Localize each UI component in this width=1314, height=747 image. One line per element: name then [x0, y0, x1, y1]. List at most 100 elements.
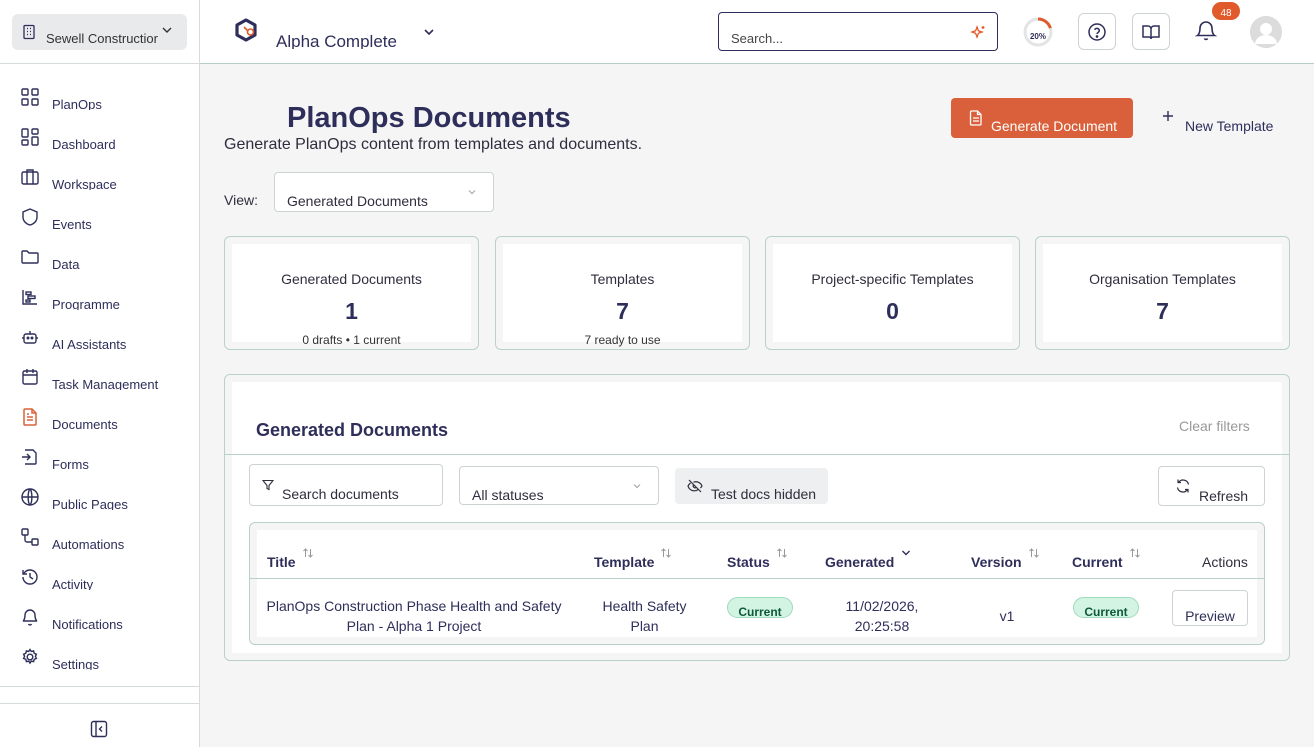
stat-card-templates: Templates 7 7 ready to use	[495, 236, 750, 350]
cell-template: Health Safety Plan	[602, 598, 687, 634]
stat-value: 7	[1156, 298, 1169, 324]
search-input[interactable]	[731, 31, 951, 47]
column-header-version[interactable]: Version	[971, 548, 1040, 570]
sidebar-item-events[interactable]: Events	[0, 202, 200, 242]
column-header-generated[interactable]: Generated	[825, 550, 912, 570]
progress-ring[interactable]: 20%	[1022, 16, 1054, 48]
sort-icon	[1028, 547, 1040, 559]
sparkle-icon[interactable]	[969, 24, 987, 42]
document-search[interactable]	[249, 464, 443, 506]
sidebar-item-automations[interactable]: Automations	[0, 522, 200, 562]
sort-desc-icon	[900, 547, 912, 559]
column-header-title[interactable]: Title	[267, 548, 314, 570]
refresh-icon	[1175, 478, 1191, 494]
bell-icon	[20, 607, 40, 627]
status-filter-select[interactable]: All statuses	[459, 466, 659, 505]
help-button[interactable]	[1078, 13, 1116, 50]
page-subtitle: Generate PlanOps content from templates …	[224, 136, 643, 153]
view-label: View:	[224, 192, 258, 208]
sidebar-item-label: Dashboard	[52, 138, 116, 150]
sidebar-item-notifications[interactable]: Notifications	[0, 602, 200, 642]
document-icon	[20, 407, 40, 427]
sidebar-item-ai-assistants[interactable]: AI Assistants	[0, 322, 200, 362]
column-header-current[interactable]: Current	[1072, 548, 1141, 570]
generate-document-button[interactable]: Generate Document	[951, 98, 1133, 138]
preview-label: Preview	[1185, 608, 1235, 624]
sidebar-item-label: Notifications	[52, 618, 123, 630]
cell-generated: 11/02/2026, 20:25:58	[845, 598, 919, 634]
chevron-down-icon[interactable]	[422, 25, 436, 39]
document-icon	[969, 110, 983, 126]
filter-icon	[262, 479, 274, 491]
divider	[225, 454, 1289, 455]
sidebar-item-label: Events	[52, 218, 92, 230]
sidebar-item-label: Documents	[52, 418, 118, 430]
workflow-icon	[20, 527, 40, 547]
cell-version: v1	[999, 608, 1015, 624]
chevron-down-icon	[467, 187, 477, 197]
view-select[interactable]: Generated Documents	[274, 172, 494, 212]
project-name[interactable]: Alpha Complete	[276, 32, 397, 49]
current-badge: Current	[1073, 597, 1139, 618]
refresh-button[interactable]: Refresh	[1158, 466, 1265, 506]
status-badge: Current	[727, 597, 793, 618]
sidebar-item-activity[interactable]: Activity	[0, 562, 200, 602]
test-docs-toggle[interactable]: Test docs hidden	[675, 468, 828, 504]
stat-title: Project-specific Templates	[811, 271, 974, 287]
clear-filters-button[interactable]: Clear filters	[1179, 418, 1250, 434]
sidebar-item-programme[interactable]: Programme	[0, 282, 200, 322]
gear-icon	[20, 647, 40, 667]
sidebar-item-label: PlanOps	[52, 98, 102, 110]
sidebar-item-workspace[interactable]: Workspace	[0, 162, 200, 202]
sidebar-divider	[0, 703, 200, 704]
docs-button[interactable]	[1132, 13, 1170, 50]
notification-bell-icon[interactable]	[1194, 18, 1218, 42]
sidebar-item-public-pages[interactable]: Public Pages	[0, 482, 200, 522]
sidebar-item-label: Programme	[52, 298, 120, 310]
sort-icon	[1129, 547, 1141, 559]
sidebar-item-label: Task Management	[52, 378, 159, 390]
divider	[250, 578, 1264, 579]
stat-card-project-templates: Project-specific Templates 0	[765, 236, 1020, 350]
sidebar-item-task-management[interactable]: Task Management	[0, 362, 200, 402]
sidebar-item-label: Public Pages	[52, 498, 128, 510]
project-logo-icon	[233, 18, 259, 44]
org-name: Sewell Construction	[46, 30, 158, 46]
grid-icon	[20, 87, 40, 107]
sidebar-item-dashboard[interactable]: Dashboard	[0, 122, 200, 162]
status-filter-value: All statuses	[472, 487, 544, 503]
sidebar-item-settings[interactable]: Settings	[0, 642, 200, 682]
folder-icon	[20, 247, 40, 267]
sidebar-collapse-icon[interactable]	[90, 720, 108, 738]
sidebar-item-planops[interactable]: PlanOps	[0, 82, 200, 122]
sidebar-item-forms[interactable]: Forms	[0, 442, 200, 482]
search-documents-input[interactable]	[282, 485, 432, 502]
column-header-template[interactable]: Template	[594, 548, 672, 570]
dashboard-icon	[20, 127, 40, 147]
briefcase-icon	[20, 167, 40, 187]
sidebar-item-label: AI Assistants	[52, 338, 127, 350]
chevron-down-icon	[161, 24, 173, 36]
shield-icon	[20, 207, 40, 227]
generated-documents-panel: Generated Documents Clear filters All st…	[224, 374, 1290, 661]
sidebar-divider	[0, 686, 200, 687]
documents-table: Title Template Status Generated Version …	[249, 522, 1265, 645]
stat-value: 1	[345, 298, 358, 324]
page-title: PlanOps Documents	[287, 102, 571, 134]
sort-icon	[660, 547, 672, 559]
stat-title: Generated Documents	[281, 271, 422, 287]
sidebar-item-documents[interactable]: Documents	[0, 402, 200, 442]
preview-button[interactable]: Preview	[1172, 590, 1248, 626]
global-search[interactable]	[718, 12, 998, 51]
sidebar-item-label: Activity	[52, 578, 94, 590]
new-template-label: New Template	[1185, 118, 1274, 134]
stat-value: 0	[886, 298, 899, 324]
sidebar-item-label: Forms	[52, 458, 89, 470]
org-selector[interactable]: Sewell Construction	[12, 14, 187, 50]
sidebar-nav: PlanOps Dashboard Workspace Events Data …	[0, 82, 200, 682]
help-icon	[1087, 22, 1107, 42]
column-header-status[interactable]: Status	[727, 548, 788, 570]
avatar[interactable]	[1250, 16, 1282, 48]
sidebar-item-data[interactable]: Data	[0, 242, 200, 282]
plus-icon	[1160, 108, 1176, 124]
